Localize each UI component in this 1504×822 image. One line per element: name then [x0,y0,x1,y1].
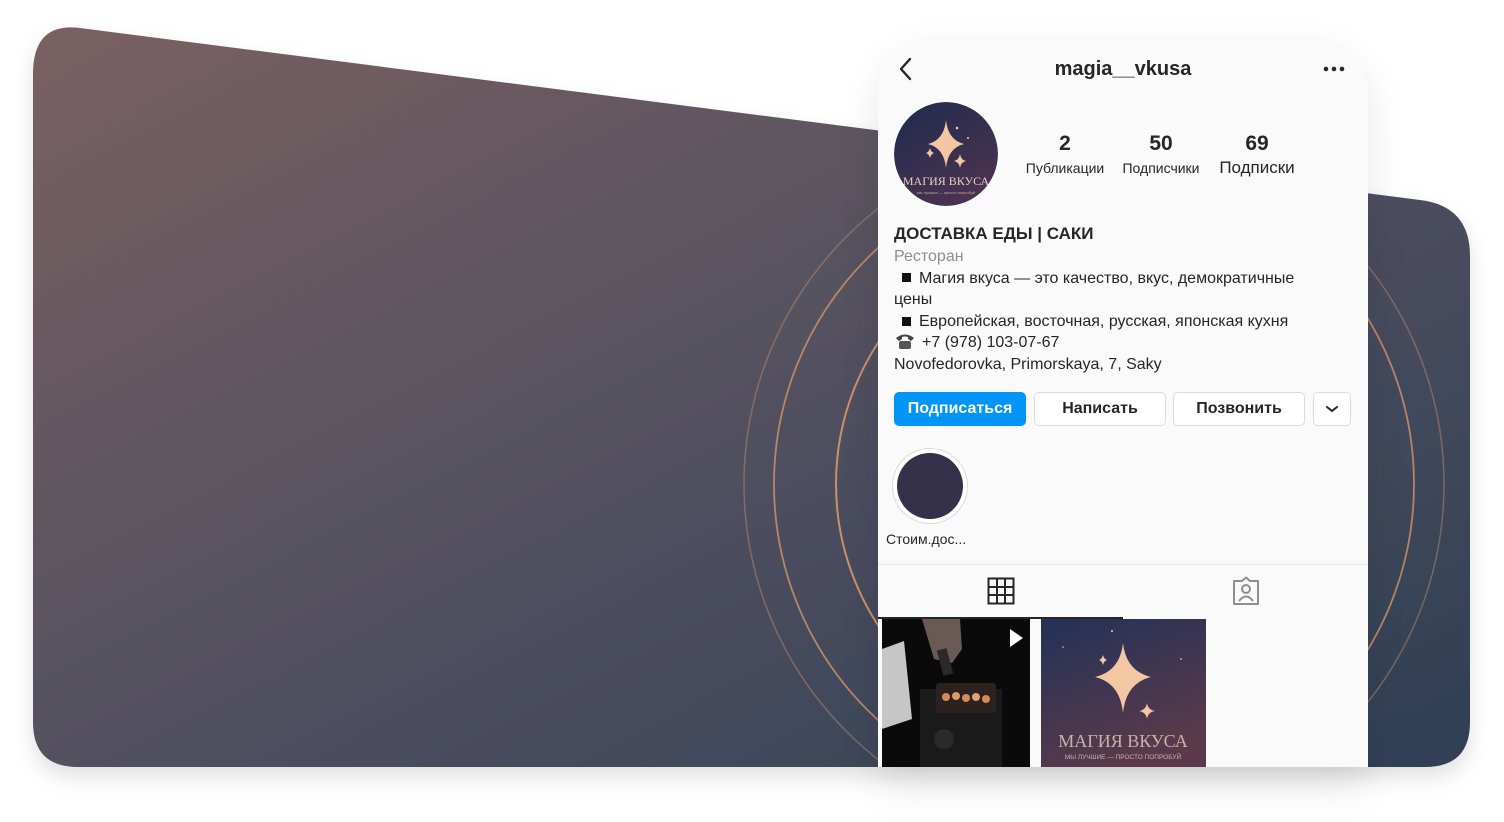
chevron-down-icon [1326,406,1338,412]
instagram-profile-screen: magia__vkusa МАГИЯ ВКУСА мы лучшие — про… [878,36,1368,767]
grid-icon [987,577,1014,605]
post-logo-image[interactable]: МАГИЯ ВКУСА МЫ ЛУЧШИЕ — ПРОСТО ПОПРОБУЙ [1041,619,1206,767]
brand-logo: МАГИЯ ВКУСА мы лучшие — просто попробуй [894,102,998,206]
stat-following-label: Подписки [1219,158,1295,177]
bio-line-2: Европейская, восточная, русская, японска… [894,311,1354,333]
svg-text:мы лучшие — просто попробуй: мы лучшие — просто попробуй [917,190,975,195]
stat-posts-count: 2 [1059,132,1071,155]
stat-followers[interactable]: 50 Подписчики [1118,132,1204,180]
svg-text:МАГИЯ ВКУСА: МАГИЯ ВКУСА [903,174,990,188]
stat-posts-label: Публикации [1025,160,1105,176]
suggested-accounts-button[interactable] [1313,392,1351,426]
profile-display-name: ДОСТАВКА ЕДЫ | САКИ [894,224,1094,243]
stat-followers-label: Подписчики [1122,160,1200,176]
telephone-icon [896,334,914,350]
profile-category: Ресторан [894,248,964,265]
bullet-square-icon [902,273,911,283]
profile-username: magia__vkusa [1054,58,1192,80]
follow-button[interactable]: Подписаться [894,392,1026,426]
more-options-icon[interactable] [1321,62,1347,76]
stat-following[interactable]: 69 Подписки [1214,132,1300,180]
tab-tagged[interactable] [1123,565,1368,617]
svg-text:МАГИЯ ВКУСА: МАГИЯ ВКУСА [1058,731,1187,751]
highlight-ring [892,448,968,524]
bio-line-1-continued: цены [894,291,933,309]
svg-text:МЫ ЛУЧШИЕ — ПРОСТО ПОПРОБУЙ: МЫ ЛУЧШИЕ — ПРОСТО ПОПРОБУЙ [1065,752,1182,761]
bio-phone[interactable]: +7 (978) 103-07-67 [894,332,1354,354]
profile-bio: ДОСТАВКА ЕДЫ | САКИ Ресторан Магия вкуса… [894,222,1354,376]
stat-followers-count: 50 [1149,132,1173,155]
stat-following-count: 69 [1245,132,1269,155]
call-button[interactable]: Позвонить [1173,392,1305,426]
promo-stage: magia__vkusa МАГИЯ ВКУСА мы лучшие — про… [0,0,1504,822]
bio-line-1: Магия вкуса — это качество, вкус, демокр… [894,268,1354,290]
top-bar: magia__vkusa [878,36,1368,102]
message-button[interactable]: Написать [1034,392,1166,426]
bio-address[interactable]: Novofedorovka, Primorskaya, 7, Saky [894,354,1354,376]
profile-tabs [878,564,1368,619]
highlight-cover [897,453,963,519]
highlight-label: Стоим.дос... [886,531,967,547]
tab-grid[interactable] [878,565,1123,619]
play-icon [1010,629,1023,647]
tagged-user-icon [1232,576,1259,605]
profile-avatar[interactable]: МАГИЯ ВКУСА мы лучшие — просто попробуй [894,102,998,206]
stat-posts[interactable]: 2 Публикации [1022,132,1108,180]
logo-post-image: МАГИЯ ВКУСА МЫ ЛУЧШИЕ — ПРОСТО ПОПРОБУЙ [1041,619,1206,767]
bullet-square-icon [902,316,911,326]
post-video-thumbnail[interactable] [882,619,1030,767]
posts-grid: МАГИЯ ВКУСА МЫ ЛУЧШИЕ — ПРОСТО ПОПРОБУЙ [882,619,1368,767]
story-highlight[interactable]: Стоим.дос... [886,448,970,547]
